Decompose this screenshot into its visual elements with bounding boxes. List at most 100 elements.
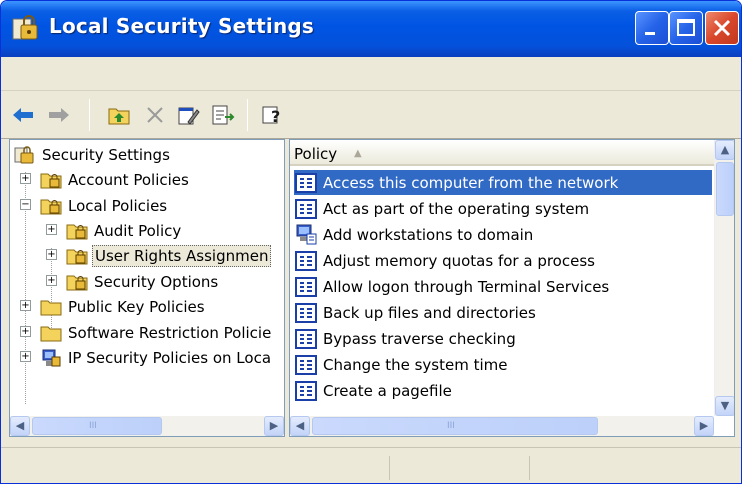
properties-icon	[178, 107, 200, 125]
collapse-toggle[interactable]: −	[20, 199, 31, 210]
back-button[interactable]	[9, 101, 37, 129]
folder-icon	[40, 326, 62, 341]
expand-toggle[interactable]: +	[20, 326, 31, 337]
back-arrow-icon	[13, 108, 33, 122]
export-list-button[interactable]	[209, 101, 237, 129]
scroll-grip-icon: III	[447, 421, 455, 431]
list-item[interactable]: Back up files and directories	[294, 300, 539, 325]
expand-toggle[interactable]: +	[20, 351, 31, 362]
scroll-grip-icon: III	[89, 421, 97, 431]
help-icon: ?	[262, 106, 280, 126]
scroll-thumb[interactable]: III	[32, 417, 162, 435]
help-button[interactable]: ?	[259, 101, 287, 129]
policy-name: Bypass traverse checking	[323, 329, 516, 348]
column-header-policy[interactable]: Policy	[294, 145, 337, 163]
toolbar: ?	[1, 91, 741, 139]
list-item[interactable]: Create a pagefile	[294, 378, 455, 403]
main-window: Local Security Settings ? Security Setti…	[0, 0, 742, 484]
tree-item-security-options[interactable]: Security Options	[66, 269, 220, 294]
policy-name: Act as part of the operating system	[323, 199, 590, 218]
scroll-right-button[interactable]: ▶	[694, 416, 714, 436]
policy-name: Change the system time	[323, 355, 508, 374]
tree-item-local-policies[interactable]: Local Policies	[40, 193, 169, 218]
tree-horizontal-scrollbar[interactable]: ◀ III ▶	[10, 416, 284, 436]
list-item[interactable]: Allow logon through Terminal Services	[294, 274, 612, 299]
svg-text:?: ?	[271, 107, 280, 126]
tree-item-label: Account Policies	[68, 170, 189, 189]
policy-name: Access this computer from the network	[320, 172, 622, 193]
status-panel	[389, 456, 529, 480]
menu-bar	[1, 57, 741, 91]
tree-item-label: Local Policies	[68, 196, 168, 215]
list-item[interactable]: Adjust memory quotas for a process	[294, 248, 598, 273]
tree-item-account-policies[interactable]: Account Policies	[40, 167, 191, 192]
scroll-down-arrow-icon: ▼	[720, 399, 730, 412]
list-item[interactable]: Bypass traverse checking	[294, 326, 519, 351]
scroll-up-button[interactable]: ▲	[715, 140, 734, 160]
maximize-icon	[677, 19, 695, 36]
tree-item-ip-security-policies[interactable]: IP Security Policies on Loca	[40, 345, 273, 370]
policy-icon	[295, 276, 317, 297]
scroll-left-button[interactable]: ◀	[290, 416, 310, 436]
expand-toggle[interactable]: +	[20, 300, 31, 311]
policy-name: Allow logon through Terminal Services	[323, 277, 610, 296]
tree-item-user-rights-assignment[interactable]: User Rights Assignmen	[66, 243, 272, 268]
minimize-button[interactable]	[635, 11, 669, 45]
scroll-thumb[interactable]: III	[312, 417, 598, 435]
policy-icon	[295, 198, 317, 219]
tree-item-audit-policy[interactable]: Audit Policy	[66, 218, 183, 243]
list-item[interactable]: Act as part of the operating system	[294, 196, 592, 221]
toolbar-separator	[247, 99, 248, 131]
list-horizontal-scrollbar[interactable]: ◀ III ▶	[290, 416, 714, 436]
expand-toggle[interactable]: +	[46, 249, 57, 260]
tree-item-security-settings[interactable]: Security Settings	[14, 142, 172, 167]
expand-toggle[interactable]: +	[46, 275, 57, 286]
maximize-button[interactable]	[669, 11, 703, 45]
close-icon	[713, 19, 731, 37]
scroll-thumb[interactable]	[716, 162, 734, 216]
list-vertical-scrollbar[interactable]: ▲ ▼	[714, 140, 734, 416]
locked-folder-icon	[66, 249, 88, 264]
sort-ascending-icon: ▲	[354, 148, 362, 159]
delete-button[interactable]	[141, 101, 169, 129]
locked-folder-icon	[66, 224, 88, 239]
toolbar-separator	[89, 99, 90, 131]
export-list-icon	[212, 105, 235, 125]
scroll-right-arrow-icon: ▶	[269, 419, 279, 432]
expand-toggle[interactable]: +	[20, 173, 31, 184]
policy-tree: Security Settings + Account Policies − L…	[10, 140, 284, 416]
tree-item-label: Public Key Policies	[68, 297, 205, 316]
tree-pane[interactable]: Security Settings + Account Policies − L…	[9, 139, 285, 437]
tree-item-public-key-policies[interactable]: Public Key Policies	[40, 294, 207, 319]
policy-icon	[295, 354, 317, 375]
list-item[interactable]: Add workstations to domain	[294, 222, 536, 247]
scroll-left-button[interactable]: ◀	[10, 416, 30, 436]
locked-folder-icon	[66, 275, 88, 290]
up-one-level-button[interactable]	[105, 101, 133, 129]
tree-item-software-restriction-policies[interactable]: Software Restriction Policie	[40, 320, 273, 345]
policy-name: Adjust memory quotas for a process	[323, 251, 595, 270]
list-header[interactable]: Policy ▲	[290, 140, 714, 166]
scroll-right-button[interactable]: ▶	[264, 416, 284, 436]
tree-item-label: Security Options	[94, 272, 219, 291]
scroll-left-arrow-icon: ◀	[15, 419, 25, 432]
policy-list-pane[interactable]: Policy ▲ Access this computer from the n…	[289, 139, 735, 437]
policy-icon	[295, 250, 317, 271]
properties-button[interactable]	[175, 101, 203, 129]
delete-icon	[147, 107, 163, 123]
ip-security-icon	[42, 349, 61, 366]
forward-button[interactable]	[45, 101, 73, 129]
close-button[interactable]	[705, 11, 739, 45]
security-settings-icon	[14, 145, 34, 163]
up-one-level-icon	[108, 108, 130, 125]
scroll-left-arrow-icon: ◀	[295, 419, 305, 432]
scroll-down-button[interactable]: ▼	[715, 396, 734, 416]
expand-toggle[interactable]: +	[46, 224, 57, 235]
policy-icon	[295, 302, 317, 323]
list-item[interactable]: Change the system time	[294, 352, 510, 377]
title-bar[interactable]: Local Security Settings	[1, 1, 741, 57]
computer-policy-icon	[296, 224, 317, 244]
list-item[interactable]: Access this computer from the network	[294, 170, 712, 195]
policy-name: Add workstations to domain	[323, 225, 534, 244]
locked-folder-icon	[40, 173, 62, 188]
